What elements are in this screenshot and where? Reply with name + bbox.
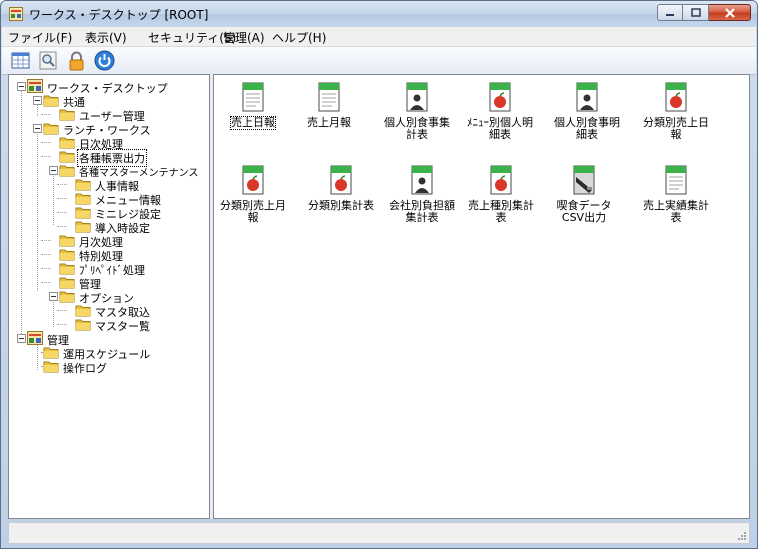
- navigation-tree[interactable]: ワークス・デスクトップ 共通 ユーザー管理 ランチ・ワークス 日次処理 各種帳票…: [8, 74, 210, 519]
- report-apple-icon: [242, 165, 264, 195]
- folder-icon: [59, 235, 75, 247]
- folder-icon: [59, 291, 75, 303]
- desktop-icon: [27, 79, 43, 93]
- minimize-icon: [666, 13, 674, 16]
- app-icon: [9, 7, 23, 21]
- report-person-icon: [576, 82, 598, 112]
- list-item[interactable]: 売上日報: [216, 81, 290, 130]
- list-item[interactable]: 分類別集計表: [304, 164, 378, 212]
- folder-icon: [75, 221, 91, 233]
- power-icon[interactable]: [94, 50, 115, 71]
- list-item[interactable]: 会社別負担額集計表: [385, 164, 459, 224]
- resize-grip-icon[interactable]: [737, 531, 747, 541]
- window-controls: [657, 4, 751, 21]
- report-apple-icon: [665, 82, 687, 112]
- minimize-button[interactable]: [657, 4, 683, 21]
- list-item[interactable]: 売上実績集計表: [639, 164, 713, 224]
- folder-icon: [59, 109, 75, 121]
- report-apple-icon: [490, 165, 512, 195]
- folder-icon: [59, 165, 75, 177]
- folder-icon: [43, 361, 59, 373]
- maximize-button[interactable]: [683, 4, 709, 21]
- item-list-view: 売上日報 売上月報 個人別食事集計表 ﾒﾆｭｰ別個人明細表 個人別食事明細表 分…: [213, 74, 750, 519]
- menu-help[interactable]: ヘルプ(H): [272, 29, 326, 46]
- tree-expander[interactable]: [49, 166, 58, 175]
- folder-icon: [59, 249, 75, 261]
- list-item[interactable]: 個人別食事集計表: [380, 81, 454, 141]
- title-bar[interactable]: ワークス・デスクトップ [ROOT]: [1, 1, 757, 27]
- report-plain-icon: [665, 165, 687, 195]
- folder-icon: [59, 137, 75, 149]
- list-item[interactable]: 売上月報: [292, 81, 366, 129]
- tree-expander[interactable]: [49, 292, 58, 301]
- folder-icon: [59, 263, 75, 275]
- maximize-icon: [690, 8, 701, 17]
- main-window: ワークス・デスクトップ [ROOT] ファイル(F) 表示(V) セキュリティ(…: [0, 0, 758, 549]
- folder-icon: [43, 95, 59, 107]
- window-title: ワークス・デスクトップ [ROOT]: [29, 8, 209, 22]
- desktop-icon: [27, 331, 43, 345]
- menu-admin[interactable]: 管理(A): [223, 29, 265, 46]
- list-item[interactable]: 分類別売上月報: [216, 164, 290, 224]
- tree-expander[interactable]: [33, 124, 42, 133]
- menu-view[interactable]: 表示(V): [85, 29, 127, 46]
- report-green-icon: [242, 82, 264, 112]
- folder-icon: [75, 207, 91, 219]
- list-item[interactable]: 個人別食事明細表: [550, 81, 624, 141]
- report-person-icon: [411, 165, 433, 195]
- tree-expander[interactable]: [17, 334, 26, 343]
- report-apple-icon: [489, 82, 511, 112]
- report-person-icon: [406, 82, 428, 112]
- folder-icon: [43, 347, 59, 359]
- tree-master-list[interactable]: マスター覧: [94, 318, 151, 334]
- folder-icon: [75, 193, 91, 205]
- folder-icon: [75, 319, 91, 331]
- export-csv-icon: [573, 165, 595, 195]
- folder-icon: [75, 305, 91, 317]
- tree-operation-log[interactable]: 操作ログ: [62, 360, 108, 376]
- tree-expander[interactable]: [17, 82, 26, 91]
- tree-expander[interactable]: [33, 96, 42, 105]
- search-icon[interactable]: [38, 50, 59, 71]
- folder-icon: [75, 179, 91, 191]
- list-item[interactable]: 売上種別集計表: [464, 164, 538, 224]
- toolbar: [2, 47, 756, 75]
- menu-bar: ファイル(F) 表示(V) セキュリティ(S) 管理(A) ヘルプ(H): [2, 27, 756, 47]
- list-item[interactable]: ﾒﾆｭｰ別個人明細表: [463, 81, 537, 141]
- close-icon: [724, 7, 735, 18]
- folder-icon: [59, 151, 75, 163]
- folder-icon: [59, 277, 75, 289]
- list-item[interactable]: 分類別売上日報: [639, 81, 713, 141]
- list-item[interactable]: 喫食データCSV出力: [547, 164, 621, 224]
- lock-icon[interactable]: [66, 50, 87, 71]
- tree-master-maintenance[interactable]: 各種マスターメンテナンス: [78, 164, 199, 179]
- grid-view-icon[interactable]: [10, 50, 31, 71]
- report-green-icon: [318, 82, 340, 112]
- status-bar: [8, 522, 750, 544]
- folder-icon: [43, 123, 59, 135]
- content-area: ワークス・デスクトップ 共通 ユーザー管理 ランチ・ワークス 日次処理 各種帳票…: [8, 74, 750, 519]
- close-button[interactable]: [709, 4, 751, 21]
- menu-file[interactable]: ファイル(F): [8, 29, 72, 46]
- report-apple-icon: [330, 165, 352, 195]
